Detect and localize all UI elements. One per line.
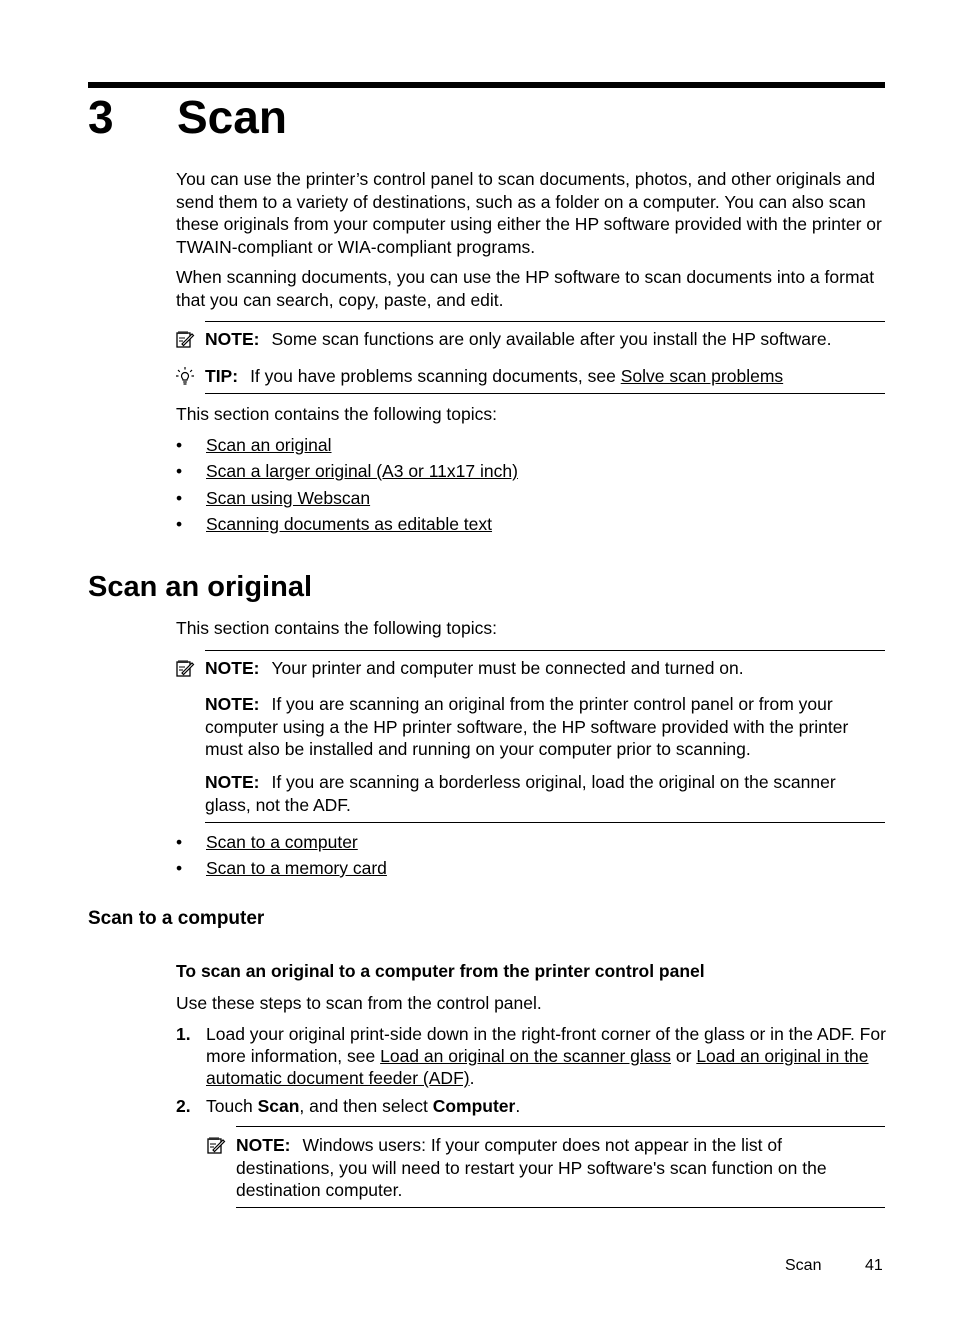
note-icon [176, 660, 195, 677]
procedure-heading: To scan an original to a computer from t… [176, 961, 705, 981]
chapter-rule [88, 82, 885, 88]
bullet-dot: • [176, 488, 183, 508]
note-text: Some scan functions are only available a… [271, 329, 832, 349]
note-text: If you are scanning an original from the… [205, 694, 849, 759]
step-text: Load your original print-side down in th… [206, 1023, 886, 1089]
tip-text: If you have problems scanning documents,… [250, 366, 621, 386]
scan-original-note-1: NOTE: Your printer and computer must be c… [205, 657, 885, 680]
tip-lightbulb-icon [176, 367, 194, 385]
step-text-part: , and then select [299, 1096, 433, 1116]
subsection-heading-scan-to-computer: Scan to a computer [88, 908, 265, 929]
step-number: 1. [176, 1024, 191, 1044]
step-number: 2. [176, 1096, 191, 1116]
intro-note: NOTE: Some scan functions are only availa… [205, 328, 831, 351]
note-divider-top [205, 321, 885, 322]
bullet-dot: • [176, 514, 183, 534]
tip-label: TIP: [205, 366, 239, 386]
chapter-number: 3 [88, 91, 114, 143]
topic-link-scan-using-webscan[interactable]: Scan using Webscan [206, 487, 370, 509]
step-text-part: . [515, 1096, 521, 1116]
step-text-part: Touch [206, 1096, 258, 1116]
load-original-scanner-glass-link[interactable]: Load an original on the scanner glass [380, 1046, 671, 1066]
step-1: 1. Load your original print-side down in… [176, 1023, 886, 1093]
step-note: NOTE: Windows users: If your computer doe… [236, 1134, 876, 1202]
intro-text-1: You can use the printer’s control panel … [176, 169, 882, 257]
document-page: 3 Scan You can use the printer’s control… [0, 0, 954, 1321]
note-label: NOTE: [205, 658, 260, 678]
note-icon [207, 1137, 226, 1154]
scan-original-note-2: NOTE: If you are scanning an original fro… [205, 693, 885, 761]
note-icon [176, 331, 195, 348]
bullet-dot: • [176, 435, 183, 455]
notes-divider-top [205, 650, 885, 651]
topic-link-scan-to-computer[interactable]: Scan to a computer [206, 831, 358, 853]
note-text: Your printer and computer must be connec… [271, 658, 744, 678]
scan-original-note-3: NOTE: If you are scanning a borderless or… [205, 771, 885, 816]
footer-section-name: Scan [785, 1257, 822, 1274]
intro-text-2: When scanning documents, you can use the… [176, 267, 875, 310]
note-divider-bottom [205, 393, 885, 394]
ui-term-scan: Scan [257, 1096, 300, 1116]
bullet-dot: • [176, 461, 183, 481]
solve-scan-problems-link[interactable]: Solve scan problems [621, 366, 783, 386]
bullet-dot: • [176, 832, 183, 852]
intro-tip: TIP: If you have problems scanning docume… [205, 365, 783, 388]
step-text: Touch Scan, and then select Computer. [206, 1095, 886, 1117]
scan-original-topics-label: This section contains the following topi… [176, 618, 497, 638]
note-label: NOTE: [236, 1135, 291, 1155]
topic-link-scan-larger-original[interactable]: Scan a larger original (A3 or 11x17 inch… [206, 460, 518, 482]
intro-paragraph-1: You can use the printer’s control panel … [176, 168, 886, 258]
note-text: Windows users: If your computer does not… [236, 1135, 827, 1200]
bullet-dot: • [176, 858, 183, 878]
note-label: NOTE: [205, 772, 260, 792]
notes-divider-bottom [205, 822, 885, 823]
section-heading-scan-an-original: Scan an original [88, 571, 312, 603]
footer-page-number: 41 [865, 1257, 883, 1274]
topic-link-scan-to-memory-card[interactable]: Scan to a memory card [206, 857, 387, 879]
note-label: NOTE: [205, 694, 260, 714]
note-text: If you are scanning a borderless origina… [205, 772, 836, 815]
step-note-divider-top [236, 1126, 885, 1127]
step-2: 2. Touch Scan, and then select Computer. [176, 1095, 886, 1119]
step-note-divider-bottom [236, 1207, 885, 1208]
topic-link-editable-text[interactable]: Scanning documents as editable text [206, 513, 492, 535]
chapter-title: Scan [177, 91, 287, 143]
intro-paragraph-2: When scanning documents, you can use the… [176, 266, 886, 311]
intro-topics-label: This section contains the following topi… [176, 404, 497, 424]
step-text-part: . [469, 1068, 475, 1088]
topic-link-scan-an-original[interactable]: Scan an original [206, 434, 332, 456]
procedure-intro: Use these steps to scan from the control… [176, 993, 542, 1013]
note-label: NOTE: [205, 329, 260, 349]
step-text-part: or [671, 1046, 697, 1066]
ui-term-computer: Computer [432, 1096, 516, 1116]
